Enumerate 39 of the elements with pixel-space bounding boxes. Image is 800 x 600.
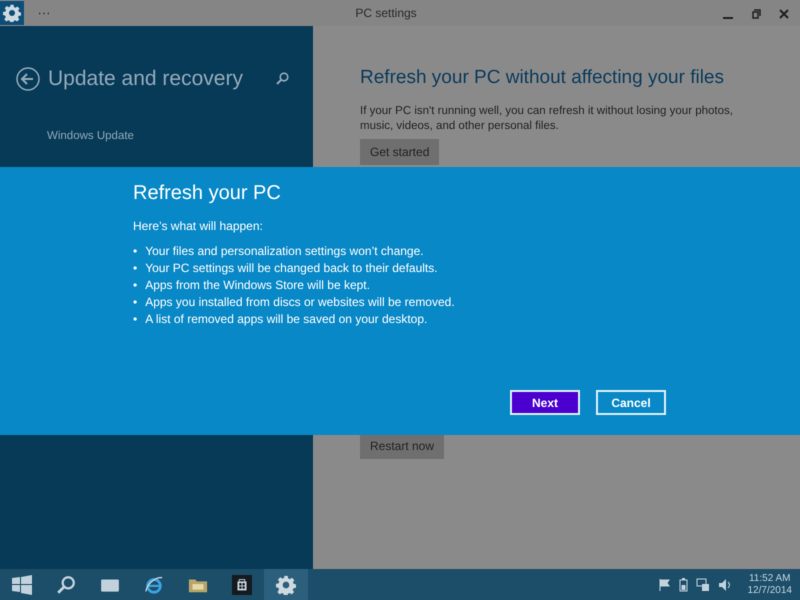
get-started-button[interactable]: Get started [360,138,440,165]
bullet-text: Your files and personalization settings won’t change. [145,243,424,260]
intro-text: Here’s what will happen: [133,218,264,235]
restore-icon [751,8,761,19]
bullet-text: Apps from the Windows Store will be kept. [145,277,370,294]
close-icon [779,8,789,19]
bullet-mark: • [133,277,138,294]
flag-icon[interactable] [658,578,670,590]
sidebar-item[interactable]: Windows Update [16,128,134,146]
search-icon[interactable] [276,72,289,85]
bullet-text: A list of removed apps will be saved on your desktop. [145,311,428,328]
bullet-mark: • [133,294,138,311]
windows-logo-icon [12,574,32,594]
description-text: If your PC isn't running well, you can refresh it without losing your photos, music, videos, and other personal files. [360,104,734,134]
gear-icon [276,574,296,594]
dialog-title: Refresh your PC [133,181,282,205]
speaker-icon[interactable] [718,578,732,592]
bullet-text: Apps you installed from discs or websites will be removed. [145,294,455,311]
next-button[interactable]: Next [510,390,580,415]
app-icon [0,1,24,25]
menu-button[interactable]: ··· [32,3,56,23]
section-heading: Refresh your PC without affecting your files [360,67,725,90]
window-title: PC settings [354,5,418,22]
bullet-text: Your PC settings will be changed back to their defaults. [145,260,438,277]
search-icon [56,574,76,594]
bullet-mark: • [133,311,138,328]
battery-icon[interactable] [678,578,688,592]
bullet-mark: • [133,260,138,277]
clock-date[interactable]: 12/7/2014 [748,584,792,596]
cancel-button[interactable]: Cancel [596,390,666,415]
network-icon[interactable] [696,578,710,592]
shopping-bag-icon [232,574,252,594]
clock-time[interactable]: 11:52 AM [748,572,792,584]
globe-icon [144,574,164,594]
settings-button[interactable] [264,569,308,600]
minimize-icon [723,16,733,19]
back-icon[interactable] [16,66,40,91]
bullet-mark: • [133,243,138,260]
page-title: Update and recovery [48,66,244,92]
